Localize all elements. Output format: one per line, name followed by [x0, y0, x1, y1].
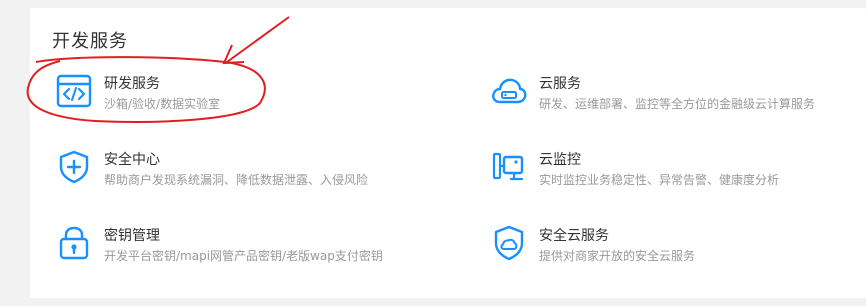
section-title: 开发服务	[52, 31, 128, 52]
service-cloud-desc: 研发、运维部署、监控等全方位的金融级云计算服务	[539, 97, 816, 111]
service-key-management-name: 密钥管理	[104, 228, 160, 244]
service-rd-desc: 沙箱/验收/数据实验室	[104, 97, 221, 111]
shield-plus-icon	[56, 149, 92, 185]
service-security-center-name: 安全中心	[104, 152, 160, 168]
lock-icon	[56, 225, 92, 261]
service-security-cloud-desc: 提供对商家开放的安全云服务	[539, 249, 696, 263]
service-key-management-desc: 开发平台密钥/mapi网管产品密钥/老版wap支付密钥	[104, 249, 383, 263]
service-cloud-monitor-desc: 实时监控业务稳定性、异常告警、健康度分析	[539, 173, 780, 187]
cloud-server-icon	[491, 73, 527, 109]
code-window-icon	[56, 73, 92, 109]
monitor-camera-icon	[491, 149, 527, 185]
service-cloud-monitor-name: 云监控	[539, 152, 581, 168]
service-security-center-desc: 帮助商户发现系统漏洞、降低数据泄露、入侵风险	[104, 173, 369, 187]
service-rd-name: 研发服务	[104, 76, 160, 92]
service-cloud-name: 云服务	[539, 76, 581, 92]
service-security-cloud-name: 安全云服务	[539, 228, 609, 244]
shield-cloud-icon	[491, 225, 527, 261]
